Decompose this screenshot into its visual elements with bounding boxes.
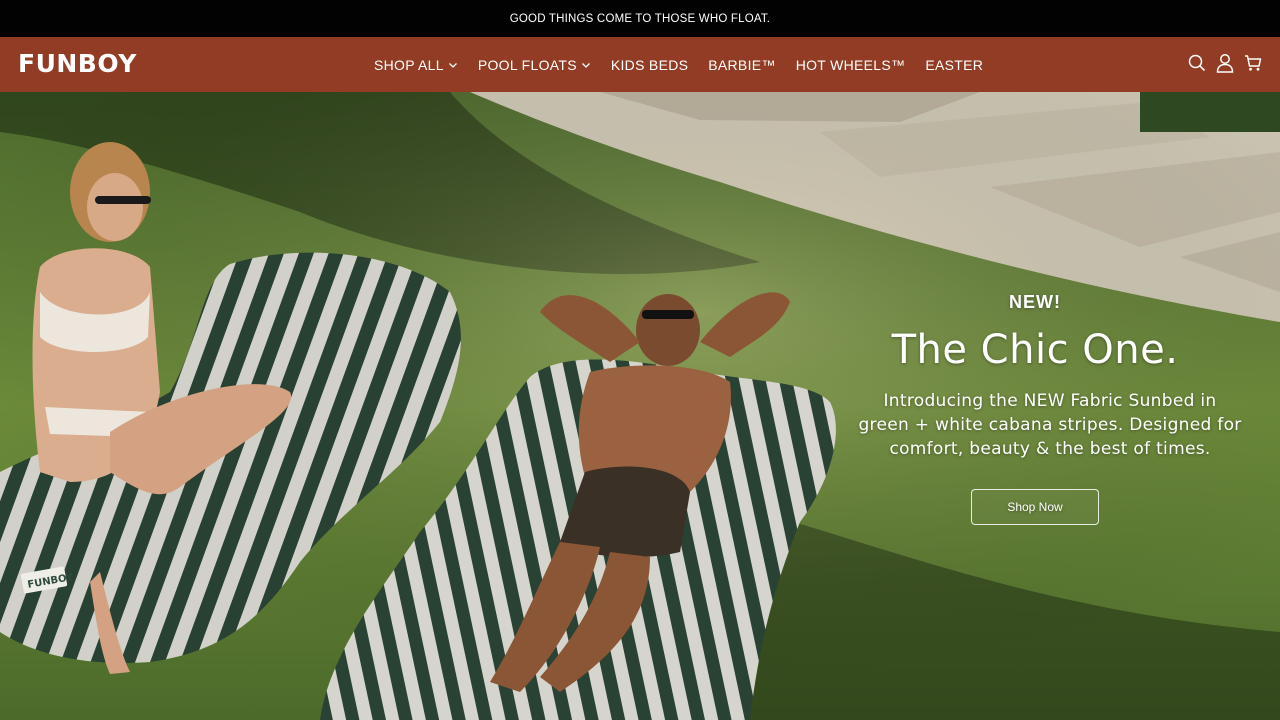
nav-item-label: EASTER (925, 56, 984, 73)
hero-eyebrow: NEW! (1009, 292, 1061, 312)
nav-item-easter[interactable]: EASTER (925, 57, 983, 73)
brand-logo[interactable]: FUNBOY (18, 49, 137, 79)
site-header: FUNBOY SHOP ALL POOL FLOATS KIDS BEDS BA… (0, 37, 1280, 92)
hero-headline: The Chic One. (891, 327, 1179, 373)
nav-item-pool-floats[interactable]: POOL FLOATS (478, 57, 591, 73)
announcement-bar: GOOD THINGS COME TO THOSE WHO FLOAT. (0, 0, 1280, 37)
main-nav: SHOP ALL POOL FLOATS KIDS BEDS BARBIE™ H… (374, 37, 983, 92)
cart-icon[interactable] (1244, 53, 1262, 73)
hero-subtext-line: green + white cabana stripes. Designed f… (858, 415, 1242, 435)
hero-subtext: Introducing the NEW Fabric Sunbed in gre… (830, 389, 1270, 461)
shop-now-button[interactable]: Shop Now (971, 489, 1099, 525)
nav-item-hot-wheels[interactable]: HOT WHEELS™ (796, 57, 906, 73)
hero-subtext-line: comfort, beauty & the best of times. (889, 439, 1211, 459)
nav-item-kids-beds[interactable]: KIDS BEDS (611, 57, 688, 73)
hero-overlay: NEW! The Chic One. Introducing the NEW F… (850, 292, 1280, 525)
announcement-text: GOOD THINGS COME TO THOSE WHO FLOAT. (509, 12, 771, 25)
nav-item-label: BARBIE™ (708, 56, 776, 73)
account-icon[interactable] (1216, 53, 1234, 73)
nav-item-label: SHOP ALL (374, 56, 444, 73)
chevron-down-icon (448, 60, 458, 70)
nav-item-shop-all[interactable]: SHOP ALL (374, 57, 458, 73)
nav-item-label: POOL FLOATS (477, 56, 577, 73)
search-icon[interactable] (1188, 53, 1206, 73)
chevron-down-icon (581, 60, 591, 70)
nav-item-label: HOT WHEELS™ (795, 56, 906, 73)
hero-subtext-line: Introducing the NEW Fabric Sunbed in (883, 391, 1217, 411)
header-icons (1188, 53, 1262, 73)
nav-item-barbie[interactable]: BARBIE™ (708, 57, 775, 73)
nav-item-label: KIDS BEDS (610, 56, 689, 73)
hero-banner: FUNBOY NEW! The Chic One. Introducing th… (0, 92, 1280, 720)
